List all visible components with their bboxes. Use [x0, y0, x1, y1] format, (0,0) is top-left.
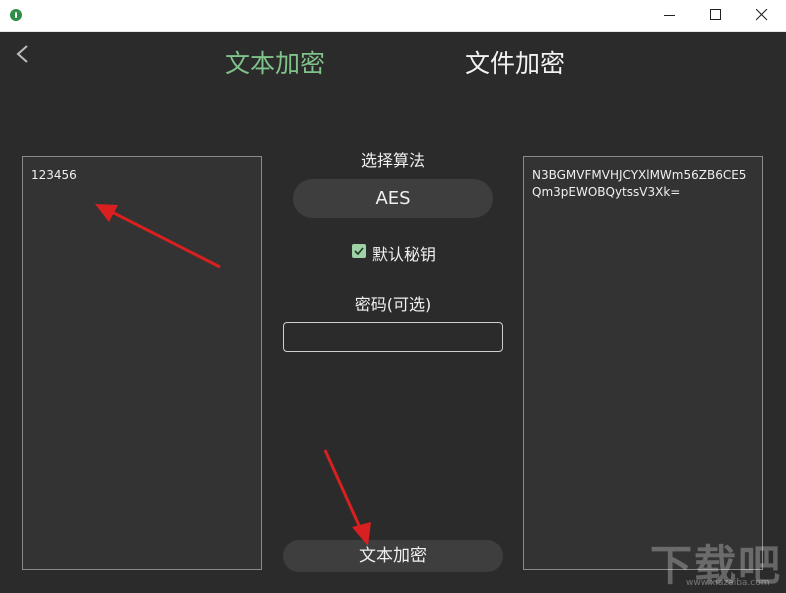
algorithm-select[interactable]: AES [293, 179, 493, 218]
arrow-to-button [323, 449, 371, 546]
ciphertext-output[interactable]: N3BGMVFMVHJCYXlMWm56ZB6CE5Qm3pEWOBQytssV… [523, 156, 763, 570]
maximize-icon [710, 9, 721, 20]
app-icon [10, 9, 22, 21]
default-key-checkbox[interactable] [352, 244, 366, 258]
close-icon [756, 9, 768, 21]
tab-file-encrypt[interactable]: 文件加密 [465, 48, 565, 80]
password-label: 密码(可选) [354, 295, 432, 314]
title-bar [0, 0, 786, 32]
minimize-button[interactable] [647, 0, 693, 31]
encrypt-text-button[interactable]: 文本加密 [283, 540, 503, 572]
close-button[interactable] [739, 0, 785, 31]
password-input[interactable] [283, 322, 503, 352]
maximize-button[interactable] [693, 0, 739, 31]
back-button[interactable] [14, 43, 32, 65]
watermark-url: www.xiazaiba.com [686, 578, 770, 588]
plaintext-input[interactable]: 123456 [22, 156, 262, 570]
watermark-logo: 下载吧 www.xiazaiba.com [650, 532, 782, 590]
algorithm-label: 选择算法 [360, 151, 425, 170]
checkmark-icon [354, 247, 364, 255]
minimize-icon [664, 15, 675, 16]
chevron-left-icon [16, 45, 28, 63]
default-key-label: 默认秘钥 [372, 245, 437, 264]
tab-text-encrypt[interactable]: 文本加密 [225, 48, 325, 80]
